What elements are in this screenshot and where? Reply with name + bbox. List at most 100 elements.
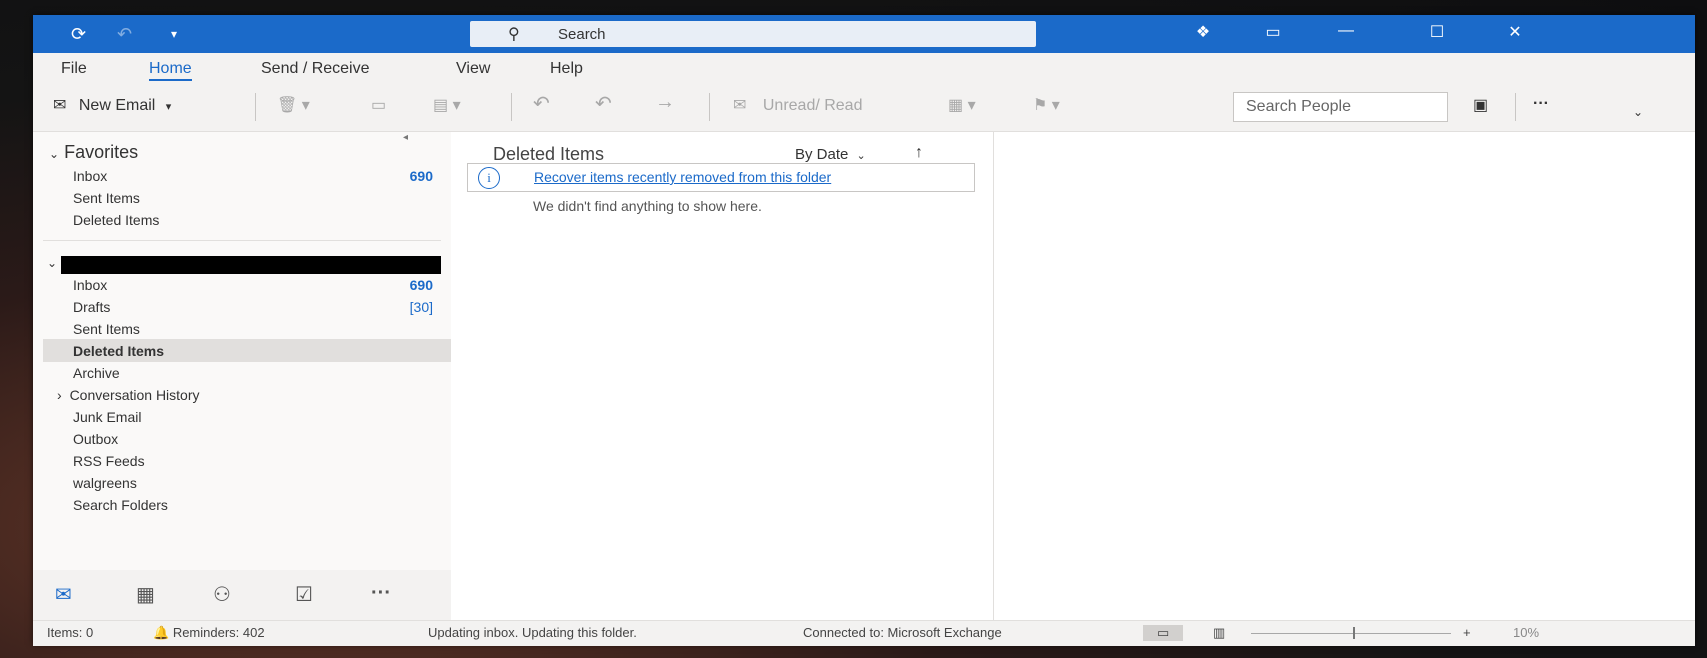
maximize-icon[interactable]: ☐ bbox=[1417, 22, 1457, 42]
search-people-placeholder: Search People bbox=[1246, 98, 1351, 115]
favorites-header[interactable]: ⌄ Favorites bbox=[49, 142, 138, 163]
ribbon-tabs: File Home Send / Receive View Help bbox=[33, 53, 1695, 83]
tab-help[interactable]: Help bbox=[550, 60, 583, 78]
status-bar: Items: 0 🔔 Reminders: 402 Updating inbox… bbox=[33, 620, 1695, 646]
sync-icon[interactable]: ⟳ bbox=[71, 23, 86, 45]
delete-icon[interactable]: 🗑 ▾ bbox=[277, 95, 310, 115]
empty-state-text: We didn't find anything to show here. bbox=[533, 198, 762, 214]
minimize-icon[interactable]: — bbox=[1326, 22, 1366, 40]
copilot-icon[interactable]: ❖ bbox=[1183, 22, 1223, 42]
address-book-icon[interactable]: ▣ bbox=[1473, 95, 1488, 115]
divider bbox=[43, 240, 441, 241]
zoom-slider[interactable] bbox=[1251, 633, 1451, 634]
unread-read-button[interactable]: ✉ Unread/ Read bbox=[733, 95, 862, 115]
outlook-window: ⟳ ↶ ▾ ⚲ Search ❖ ▭ — ☐ ✕ File Home Send … bbox=[33, 15, 1695, 646]
envelope-open-icon: ✉ bbox=[733, 97, 747, 114]
search-icon: ⚲ bbox=[508, 26, 520, 43]
folder-label: Conversation History bbox=[69, 387, 200, 403]
folder-drafts[interactable]: Drafts [30] bbox=[73, 296, 433, 318]
folder-search-folders[interactable]: Search Folders bbox=[73, 494, 168, 516]
folder-label: Outbox bbox=[73, 431, 119, 447]
reading-view-icon[interactable]: ▥ bbox=[1213, 625, 1225, 641]
reply-all-icon[interactable]: ↶ bbox=[595, 91, 612, 116]
people-icon[interactable]: ⚇ bbox=[213, 582, 231, 607]
reader-icon[interactable]: ▭ bbox=[1253, 22, 1293, 42]
ribbon-expand-icon[interactable]: ⌄ bbox=[1633, 105, 1643, 119]
recover-info-bar: i Recover items recently removed from th… bbox=[467, 163, 975, 192]
move-icon[interactable]: ▤ ▾ bbox=[433, 95, 461, 115]
folder-label: Deleted Items bbox=[73, 212, 160, 228]
chevron-down-icon[interactable]: ⌄ bbox=[47, 256, 57, 270]
folder-label: Sent Items bbox=[73, 190, 140, 206]
separator bbox=[511, 93, 512, 121]
separator bbox=[1515, 93, 1516, 121]
favorite-item-deleted[interactable]: Deleted Items bbox=[73, 209, 159, 231]
sort-direction-icon[interactable]: ↑ bbox=[915, 144, 923, 162]
more-apps-button[interactable]: ··· bbox=[371, 582, 391, 605]
search-box[interactable]: ⚲ Search bbox=[470, 21, 1036, 47]
recover-items-link[interactable]: Recover items recently removed from this… bbox=[534, 169, 831, 185]
message-list: Deleted Items By Date ⌄ ↑ i Recover item… bbox=[451, 132, 994, 620]
folder-deleted-items[interactable]: Deleted Items bbox=[73, 340, 164, 362]
folder-archive[interactable]: Archive bbox=[73, 362, 120, 384]
folder-label: walgreens bbox=[73, 475, 137, 491]
folder-outbox[interactable]: Outbox bbox=[73, 428, 118, 450]
folder-pane: ◂ ⌄ Favorites Inbox 690 Sent Items Delet… bbox=[33, 132, 452, 570]
folder-rss-feeds[interactable]: RSS Feeds bbox=[73, 450, 145, 472]
customize-icon[interactable]: ▾ bbox=[171, 23, 177, 45]
zoom-level: 10% bbox=[1513, 625, 1540, 640]
sort-dropdown[interactable]: By Date ⌄ bbox=[795, 146, 866, 163]
tab-file[interactable]: File bbox=[61, 60, 87, 78]
zoom-slider-thumb[interactable] bbox=[1353, 627, 1355, 639]
chevron-down-icon: ▾ bbox=[165, 101, 172, 113]
tasks-icon[interactable]: ☑ bbox=[295, 582, 313, 607]
reminders-button[interactable]: 🔔 Reminders: 402 bbox=[153, 625, 265, 641]
folder-label: RSS Feeds bbox=[73, 453, 145, 469]
folder-label: Inbox bbox=[73, 168, 108, 184]
redacted-account-name bbox=[61, 256, 441, 274]
collapse-pane-icon[interactable]: ◂ bbox=[403, 132, 408, 143]
favorite-item-sent[interactable]: Sent Items bbox=[73, 187, 140, 209]
undo-icon[interactable]: ↶ bbox=[117, 23, 132, 45]
tab-view[interactable]: View bbox=[456, 60, 490, 78]
updating-status: Updating inbox. Updating this folder. bbox=[428, 625, 637, 640]
folder-junk-email[interactable]: Junk Email bbox=[73, 406, 141, 428]
search-people-input[interactable]: Search People bbox=[1233, 92, 1448, 122]
tab-send-receive[interactable]: Send / Receive bbox=[261, 60, 370, 78]
unread-count: 690 bbox=[409, 168, 433, 184]
tab-home[interactable]: Home bbox=[149, 60, 192, 81]
search-placeholder: Search bbox=[558, 26, 606, 43]
archive-icon[interactable]: ▭ bbox=[371, 95, 386, 115]
unread-count: 690 bbox=[409, 277, 433, 293]
sort-label: By Date bbox=[795, 146, 849, 163]
chevron-right-icon[interactable]: › bbox=[57, 387, 62, 403]
folder-sent-items[interactable]: Sent Items bbox=[73, 318, 140, 340]
ribbon-toolbar: ✉ New Email ▾ 🗑 ▾ ▭ ▤ ▾ ↶ ↶ → ✉ Unread/ … bbox=[33, 83, 1695, 132]
mail-icon[interactable]: ✉ bbox=[55, 582, 72, 607]
normal-view-icon[interactable]: ▭ bbox=[1143, 625, 1184, 641]
folder-inbox[interactable]: Inbox 690 bbox=[73, 274, 433, 296]
list-title: Deleted Items bbox=[493, 144, 605, 164]
zoom-plus-icon[interactable]: + bbox=[1463, 625, 1471, 640]
categorize-icon[interactable]: ▦ ▾ bbox=[948, 95, 976, 115]
separator bbox=[709, 93, 710, 121]
draft-count: [30] bbox=[409, 299, 433, 315]
bell-icon: 🔔 bbox=[153, 625, 170, 640]
more-commands-button[interactable]: ··· bbox=[1533, 95, 1549, 113]
forward-icon[interactable]: → bbox=[655, 91, 675, 114]
folder-conversation-history[interactable]: › Conversation History bbox=[57, 384, 200, 406]
new-email-button[interactable]: ✉ New Email ▾ bbox=[53, 95, 171, 115]
info-icon: i bbox=[478, 167, 500, 189]
calendar-icon[interactable]: ▦ bbox=[136, 582, 155, 607]
unread-read-label: Unread/ Read bbox=[762, 97, 863, 114]
favorite-item-inbox[interactable]: Inbox 690 bbox=[73, 165, 433, 187]
close-icon[interactable]: ✕ bbox=[1495, 22, 1535, 42]
chevron-down-icon: ⌄ bbox=[856, 150, 866, 162]
chevron-down-icon: ⌄ bbox=[49, 147, 60, 161]
reply-icon[interactable]: ↶ bbox=[533, 91, 550, 116]
flag-icon[interactable]: ⚑ ▾ bbox=[1033, 95, 1060, 115]
folder-label: Inbox bbox=[73, 277, 108, 293]
new-email-label: New Email bbox=[78, 97, 156, 114]
folder-label: Junk Email bbox=[73, 409, 142, 425]
folder-walgreens[interactable]: walgreens bbox=[73, 472, 137, 494]
